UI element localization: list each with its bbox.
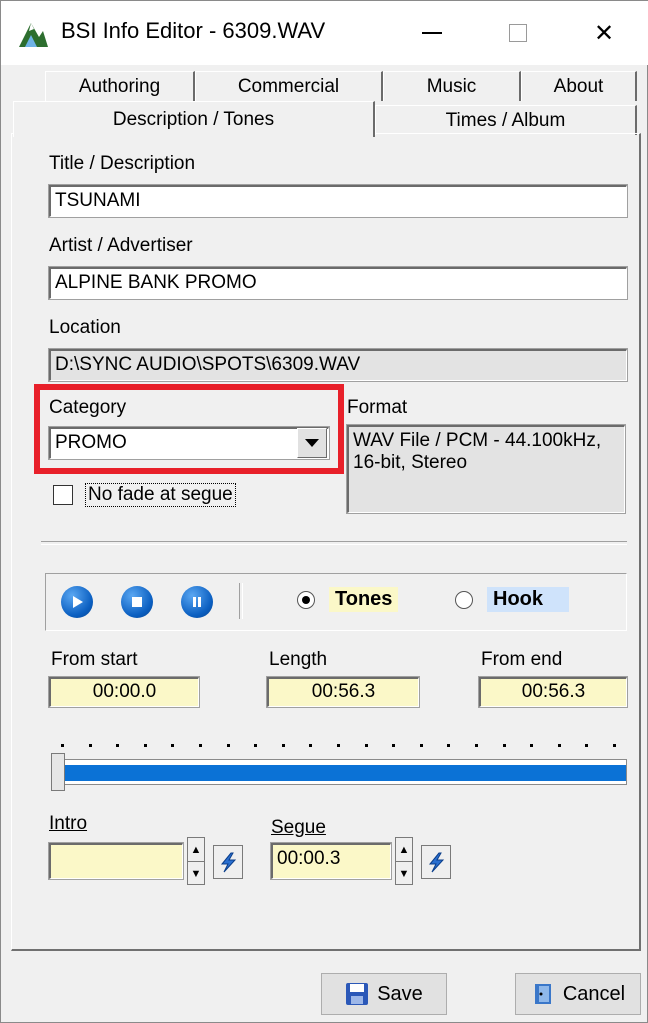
spin-down-icon[interactable]: ▼ [396,862,412,885]
spin-up-icon[interactable]: ▲ [396,838,412,862]
play-icon [73,596,83,608]
spin-up-icon[interactable]: ▲ [188,838,204,862]
close-button[interactable]: ✕ [561,1,647,65]
chevron-down-icon [305,439,319,447]
lightning-icon [220,852,237,873]
minimize-button[interactable] [389,1,475,65]
segue-spinner[interactable]: ▲ ▼ [395,837,413,885]
category-dropdown-button[interactable] [297,428,327,458]
slider-tick [88,744,92,747]
save-label: Save [377,982,423,1005]
toolbar-separator [239,583,243,619]
door-exit-icon [534,984,551,1004]
category-select[interactable]: PROMO [48,426,330,460]
from-end-field[interactable]: 00:56.3 [478,676,628,708]
slider-tick [281,744,285,747]
tones-radio[interactable] [297,591,315,609]
category-label: Category [49,397,127,418]
spin-down-icon[interactable]: ▼ [188,862,204,885]
tab-description-tones[interactable]: Description / Tones [13,101,375,137]
tab-music[interactable]: Music [383,71,521,101]
slider-tick [530,744,534,747]
segue-label: Segue [271,817,326,838]
segue-field[interactable]: 00:00.3 [270,842,392,880]
from-start-field[interactable]: 00:00.0 [48,676,200,708]
tab-times-album[interactable]: Times / Album [375,105,637,135]
close-icon: ✕ [593,19,615,47]
cancel-label: Cancel [562,982,626,1005]
title-description-label: Title / Description [49,153,196,174]
slider-tick [143,744,147,747]
slider-tick [199,744,202,747]
segue-pick-button[interactable] [421,845,451,879]
stop-button[interactable] [121,586,153,618]
slider-tick [254,744,258,747]
intro-pick-button[interactable] [213,845,243,879]
intro-label: Intro [49,813,88,834]
stop-icon [132,597,142,607]
slider-tick [61,744,64,747]
slider-tick [447,744,451,747]
slider-tick [475,744,478,747]
slider-tick [364,744,368,747]
title-bar: BSI Info Editor - 6309.WAV ✕ [1,1,648,65]
slider-tick [392,744,396,747]
slider-fill [52,765,626,781]
tab-authoring[interactable]: Authoring [45,71,195,101]
slider-tick [337,744,340,747]
lightning-icon [428,852,445,873]
minimize-icon [422,32,442,34]
slider-tick [226,744,230,747]
format-field: WAV File / PCM - 44.100kHz, 16-bit, Ster… [346,424,626,514]
hook-label: Hook [487,587,569,612]
tones-label: Tones [329,587,399,612]
from-start-label: From start [51,649,138,670]
slider-tick [613,744,616,747]
location-label: Location [49,317,121,338]
slider-tick [502,744,506,747]
format-label: Format [347,397,408,418]
hook-radio[interactable] [455,591,473,609]
divider [41,541,627,545]
slider-thumb[interactable] [51,753,65,791]
intro-field[interactable] [48,842,184,880]
pause-button[interactable] [181,586,213,618]
artist-advertiser-label: Artist / Advertiser [49,235,193,256]
slider-tick [171,744,175,747]
maximize-button[interactable] [475,1,561,65]
save-button[interactable]: Save [321,973,447,1015]
slider-tick [309,744,313,747]
slider-tick [116,744,120,747]
radio-selected-dot [302,596,310,604]
slider-tick [557,744,561,747]
cancel-button[interactable]: Cancel [515,973,641,1015]
artist-advertiser-field[interactable]: ALPINE BANK PROMO [48,266,628,300]
slider-tick [585,744,589,747]
length-field[interactable]: 00:56.3 [266,676,420,708]
play-button[interactable] [61,586,93,618]
dialog-window: BSI Info Editor - 6309.WAV ✕ Authoring C… [0,0,648,1023]
position-slider[interactable] [51,759,627,785]
tab-commercial[interactable]: Commercial [195,71,383,101]
category-value: PROMO [55,432,127,453]
length-label: Length [269,649,328,670]
window-title: BSI Info Editor - 6309.WAV [61,18,326,43]
title-description-field[interactable]: TSUNAMI [48,184,628,218]
no-fade-checkbox[interactable] [53,485,73,505]
intro-spinner[interactable]: ▲ ▼ [187,837,205,885]
tab-about[interactable]: About [521,71,637,101]
from-end-label: From end [481,649,563,670]
no-fade-label: No fade at segue [85,483,236,507]
pause-icon [193,597,201,607]
app-icon [19,23,48,47]
location-field: D:\SYNC AUDIO\SPOTS\6309.WAV [48,348,628,382]
floppy-disk-icon [346,983,369,1005]
slider-tick [419,744,423,747]
maximize-icon [509,24,527,42]
